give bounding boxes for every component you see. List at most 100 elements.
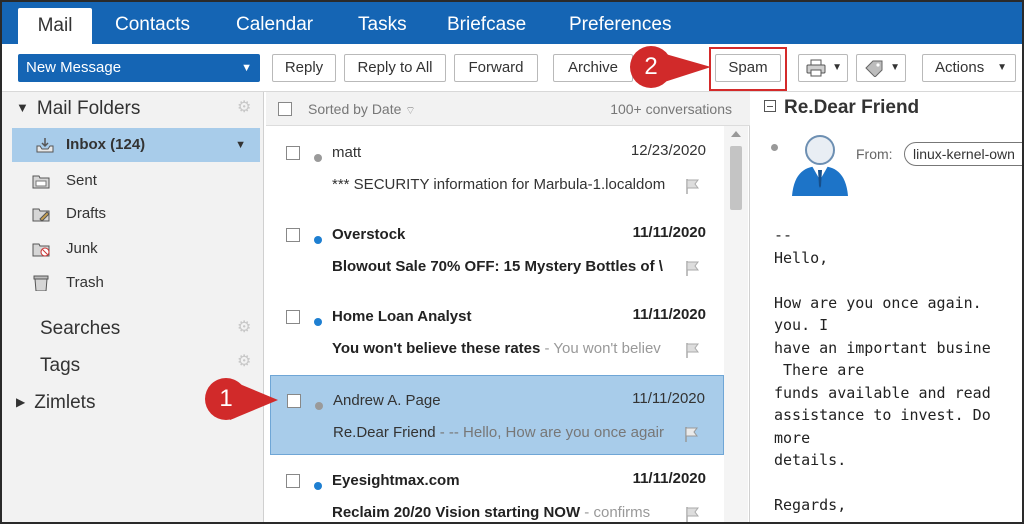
list-item[interactable]: Home Loan Analyst 11/11/2020 You won't b… [270, 292, 724, 372]
gear-icon[interactable]: ⚙ [237, 354, 253, 370]
message-subject: Reclaim 20/20 Vision starting NOW - conf… [332, 504, 676, 521]
tab-briefcase[interactable]: Briefcase [447, 6, 526, 44]
archive-button[interactable]: Archive [553, 54, 633, 82]
new-message-button[interactable]: New Message ▼ [18, 54, 260, 82]
gear-icon[interactable]: ⚙ [237, 100, 253, 116]
tab-tasks[interactable]: Tasks [358, 6, 407, 44]
select-all-checkbox[interactable] [278, 102, 292, 116]
collapse-icon[interactable] [764, 100, 776, 112]
flag-icon[interactable] [684, 260, 700, 276]
mail-folders-label: Mail Folders [36, 98, 141, 119]
from-address-chip[interactable]: linux-kernel-own [904, 142, 1022, 166]
message-checkbox[interactable] [286, 310, 300, 324]
message-fragment: - confirms [580, 504, 651, 521]
tab-preferences[interactable]: Preferences [569, 6, 671, 44]
message-body: -- Hello, How are you once again. you. I… [774, 226, 991, 514]
sidebar-item-label: Inbox (124) [66, 136, 146, 153]
sidebar-item-drafts[interactable]: Drafts [2, 197, 264, 231]
collapse-arrow-icon[interactable]: ▼ [16, 100, 29, 115]
list-item-selected[interactable]: Andrew A. Page 11/11/2020 Re.Dear Friend… [270, 375, 724, 455]
message-subject-text: *** SECURITY information for Marbula-1.l… [332, 176, 666, 193]
message-date: 11/11/2020 [632, 306, 706, 323]
sidebar-item-label: Drafts [66, 205, 107, 222]
flag-icon[interactable] [683, 426, 699, 442]
expand-arrow-icon[interactable]: ▶ [16, 395, 25, 409]
sidebar-item-trash[interactable]: Trash [2, 266, 264, 300]
chevron-down-icon[interactable]: ▼ [241, 54, 252, 82]
message-checkbox[interactable] [286, 228, 300, 242]
gear-icon[interactable]: ⚙ [237, 320, 253, 336]
unread-status-dot [314, 318, 322, 326]
message-checkbox[interactable] [287, 394, 301, 408]
actions-button[interactable]: Actions ▼ [922, 54, 1016, 82]
chevron-down-icon: ▼ [832, 62, 842, 73]
flag-icon[interactable] [684, 178, 700, 194]
sidebar-item-label: Junk [66, 240, 98, 257]
list-item[interactable]: Overstock 11/11/2020 Blowout Sale 70% OF… [270, 210, 724, 290]
chevron-down-icon: ▼ [997, 62, 1007, 73]
unread-status-dot [314, 236, 322, 244]
reply-all-button[interactable]: Reply to All [344, 54, 446, 82]
message-sender: matt [332, 144, 362, 161]
flag-icon[interactable] [684, 506, 700, 522]
drafts-folder-icon [32, 208, 50, 222]
app-window: Mail Contacts Calendar Tasks Briefcase P… [0, 0, 1024, 524]
message-date: 12/23/2020 [630, 142, 706, 159]
sidebar-item-label: Trash [66, 274, 104, 291]
list-scrollbar[interactable] [724, 126, 748, 522]
list-header: Sorted by Date ⌔ 100+ conversations [266, 92, 750, 126]
chevron-down-icon: ▼ [890, 62, 900, 73]
message-checkbox[interactable] [286, 146, 300, 160]
list-item[interactable]: matt 12/23/2020 *** SECURITY information… [270, 128, 724, 208]
message-subject: You won't believe these rates - You won'… [332, 340, 676, 357]
flag-icon[interactable] [684, 342, 700, 358]
message-date: 11/11/2020 [632, 470, 706, 487]
tab-contacts[interactable]: Contacts [115, 6, 190, 44]
avatar [792, 135, 848, 196]
printer-icon [806, 59, 826, 77]
read-status-dot [314, 154, 322, 162]
scroll-thumb[interactable] [730, 146, 742, 210]
tab-mail[interactable]: Mail [18, 8, 92, 44]
message-sender: Home Loan Analyst [332, 308, 472, 325]
reader-subject: Re.Dear Friend [784, 97, 920, 118]
message-subject: *** SECURITY information for Marbula-1.l… [332, 176, 676, 193]
message-fragment: - You won't believ [540, 340, 661, 357]
from-label: From: [856, 146, 893, 162]
zimlets-header[interactable]: ▶ Zimlets [16, 392, 95, 414]
trash-icon [33, 275, 49, 291]
new-message-label: New Message [26, 59, 122, 76]
searches-header[interactable]: Searches [40, 318, 120, 340]
message-subject-text: Blowout Sale 70% OFF: 15 Mystery Bottles… [332, 258, 663, 275]
print-button[interactable]: ▼ [798, 54, 848, 82]
read-status-dot [315, 402, 323, 410]
chevron-down-icon[interactable]: ▼ [235, 128, 246, 162]
sort-label[interactable]: Sorted by Date ⌔ [308, 101, 416, 118]
message-date: 11/11/2020 [632, 224, 706, 241]
sidebar-item-sent[interactable]: Sent [2, 164, 264, 198]
message-subject-text: You won't believe these rates [332, 340, 541, 357]
message-checkbox[interactable] [286, 474, 300, 488]
sidebar-item-inbox[interactable]: Inbox (124) ▼ [12, 128, 260, 162]
sidebar-item-junk[interactable]: Junk [2, 232, 264, 266]
forward-button[interactable]: Forward [454, 54, 538, 82]
mail-folders-header[interactable]: ▼ Mail Folders [16, 98, 140, 120]
message-sender: Andrew A. Page [333, 392, 441, 409]
conversation-count: 100+ conversations [610, 101, 732, 117]
message-sender: Eyesightmax.com [332, 472, 460, 489]
actions-label: Actions [935, 59, 985, 76]
callout-badge-2: 2 [630, 46, 672, 88]
scroll-up-icon[interactable] [731, 131, 741, 137]
app-tab-bar: Mail Contacts Calendar Tasks Briefcase P… [2, 2, 1022, 44]
tab-calendar[interactable]: Calendar [236, 6, 313, 44]
list-item[interactable]: Eyesightmax.com 11/11/2020 Reclaim 20/20… [270, 456, 724, 522]
tag-icon [865, 60, 883, 77]
message-fragment: - -- Hello, How are you once agair [435, 424, 664, 441]
toolbar: New Message ▼ Reply Reply to All Forward… [2, 44, 1022, 92]
message-subject: Blowout Sale 70% OFF: 15 Mystery Bottles… [332, 258, 676, 275]
tag-button[interactable]: ▼ [856, 54, 906, 82]
tags-header[interactable]: Tags [40, 355, 80, 377]
spam-highlight-box [709, 47, 787, 91]
reply-button[interactable]: Reply [272, 54, 336, 82]
sidebar: ▼ Mail Folders ⚙ Inbox (124) ▼ Sent Draft… [2, 92, 264, 522]
